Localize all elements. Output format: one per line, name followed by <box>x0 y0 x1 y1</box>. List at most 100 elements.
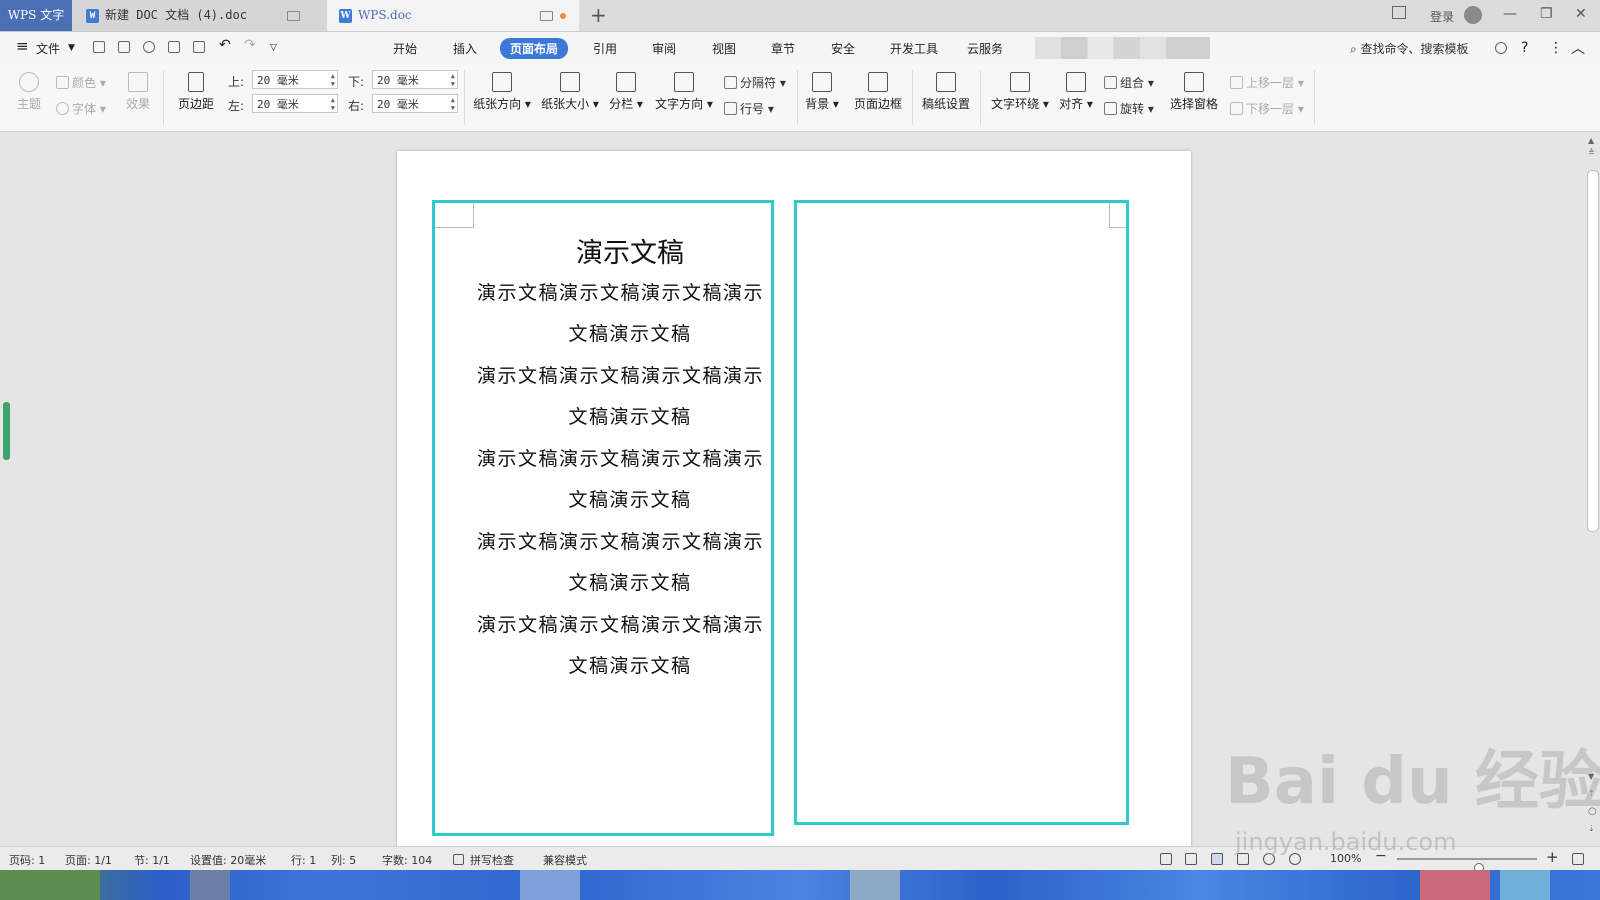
tab-developer[interactable]: 开发工具 <box>890 40 938 57</box>
spell-check-button[interactable]: 拼写检查 <box>470 852 514 868</box>
spinner-icon[interactable]: ▲ ▼ <box>451 96 455 112</box>
body-line[interactable]: 演示文稿演示文稿演示文稿演示 <box>477 444 764 471</box>
align-button[interactable]: 对齐 ▾ <box>1058 72 1094 112</box>
fullscreen-icon[interactable] <box>1160 853 1172 865</box>
collapse-ribbon-icon[interactable]: ︿ <box>1571 38 1585 58</box>
body-line[interactable]: 文稿演示文稿 <box>435 485 771 512</box>
spinner-icon[interactable]: ▲ ▼ <box>451 72 455 88</box>
body-line[interactable]: 文稿演示文稿 <box>435 319 771 346</box>
tab-home[interactable]: 开始 <box>393 40 417 57</box>
body-line[interactable]: 演示文稿演示文稿演示文稿演示 <box>477 527 764 554</box>
print-preview-icon[interactable] <box>193 41 205 53</box>
app-tab[interactable]: WPS 文字 <box>0 0 72 31</box>
breaks-icon <box>724 76 737 89</box>
rotate-button[interactable]: 旋转 ▾ <box>1104 100 1154 117</box>
columns-button[interactable]: 分栏 ▾ <box>608 72 644 112</box>
colors-icon <box>56 76 69 89</box>
help-icon[interactable]: ? <box>1521 40 1528 56</box>
login-link[interactable]: 登录 <box>1430 8 1454 25</box>
manuscript-button[interactable]: 稿纸设置 <box>920 72 972 112</box>
layout-icon[interactable] <box>1392 6 1406 19</box>
document-page[interactable]: 演示文稿 演示文稿演示文稿演示文稿演示 文稿演示文稿 演示文稿演示文稿演示文稿演… <box>397 151 1191 851</box>
feedback-icon[interactable] <box>1495 42 1507 54</box>
status-words[interactable]: 字数: 104 <box>382 852 432 868</box>
two-page-icon[interactable] <box>1185 853 1197 865</box>
paper-size-button[interactable]: 纸张大小 ▾ <box>540 72 600 112</box>
find-icon[interactable] <box>143 41 155 53</box>
page-view-icon[interactable] <box>1211 853 1223 865</box>
fit-page-icon[interactable] <box>1572 853 1584 865</box>
next-page-icon[interactable]: ⇣ <box>1588 824 1595 833</box>
spinner-icon[interactable]: ▲ ▼ <box>331 96 335 112</box>
zoom-slider[interactable] <box>1397 858 1537 873</box>
body-line[interactable]: 演示文稿演示文稿演示文稿演示 <box>477 278 764 305</box>
breaks-button[interactable]: 分隔符 ▾ <box>724 74 786 91</box>
tab-insert[interactable]: 插入 <box>453 40 477 57</box>
scroll-top-icon[interactable]: ≜ <box>1588 148 1595 157</box>
colors-button[interactable]: 颜色 ▾ <box>56 74 106 91</box>
wrap-button[interactable]: 文字环绕 ▾ <box>990 72 1050 112</box>
margins-button[interactable]: 页边距 <box>172 72 220 112</box>
command-search[interactable]: ⌕ 查找命令、搜索模板 <box>1350 40 1469 57</box>
document-title[interactable]: 演示文稿 <box>435 231 771 270</box>
taskbar-segment <box>850 870 900 900</box>
avatar-icon[interactable] <box>1464 6 1482 24</box>
background-button[interactable]: 背景 ▾ <box>804 72 840 112</box>
body-line[interactable]: 文稿演示文稿 <box>435 651 771 678</box>
scroll-up-icon[interactable]: ▲ <box>1588 136 1594 145</box>
corner-mark <box>1109 203 1126 228</box>
body-line[interactable]: 文稿演示文稿 <box>435 402 771 429</box>
fonts-button[interactable]: 字体 ▾ <box>56 100 106 117</box>
bring-forward-button[interactable]: 上移一层 ▾ <box>1230 74 1304 91</box>
background-icon <box>812 72 832 92</box>
effects-icon <box>128 72 148 92</box>
open-icon[interactable] <box>93 41 105 53</box>
tab-page-layout[interactable]: 页面布局 <box>500 38 569 59</box>
zoom-in-icon[interactable]: + <box>1546 848 1559 866</box>
new-tab-icon[interactable]: + <box>590 3 607 27</box>
left-margin-input[interactable]: 20 毫米 ▲ ▼ <box>252 94 338 113</box>
file-menu[interactable]: 文件 <box>36 40 60 57</box>
top-margin-label: 上: <box>228 75 245 89</box>
restore-icon[interactable]: ❐ <box>1540 6 1553 22</box>
side-handle[interactable] <box>3 402 10 460</box>
tab-view[interactable]: 视图 <box>712 40 736 57</box>
text-direction-button[interactable]: 文字方向 ▾ <box>654 72 714 112</box>
print-icon[interactable] <box>168 41 180 53</box>
monitor-icon[interactable] <box>540 11 553 21</box>
undo-icon[interactable]: ↶ <box>219 37 231 53</box>
word-doc-icon: W <box>86 8 99 23</box>
right-column-frame <box>794 200 1129 825</box>
tab-cloud[interactable]: 云服务 <box>967 40 1003 57</box>
tab-review[interactable]: 审阅 <box>652 40 676 57</box>
scroll-thumb[interactable] <box>1587 170 1599 532</box>
selection-pane-button[interactable]: 选择窗格 <box>1168 72 1220 112</box>
chevron-down-icon[interactable]: ▼ <box>68 43 75 53</box>
theme-button[interactable]: 主题 <box>12 72 46 112</box>
page-border-button[interactable]: 页面边框 <box>852 72 904 112</box>
right-margin-input[interactable]: 20 毫米 ▲ ▼ <box>372 94 458 113</box>
line-numbers-button[interactable]: 行号 ▾ <box>724 100 774 117</box>
redo-icon[interactable]: ↷ <box>244 37 256 53</box>
close-icon[interactable]: ✕ <box>1575 6 1587 22</box>
tab-security[interactable]: 安全 <box>831 40 855 57</box>
hamburger-icon[interactable]: ≡ <box>16 37 29 55</box>
save-icon[interactable] <box>118 41 130 53</box>
body-line[interactable]: 文稿演示文稿 <box>435 568 771 595</box>
body-line[interactable]: 演示文稿演示文稿演示文稿演示 <box>477 610 764 637</box>
tab-references[interactable]: 引用 <box>593 40 617 57</box>
bottom-margin-input[interactable]: 20 毫米 ▲ ▼ <box>372 70 458 89</box>
monitor-icon[interactable] <box>287 11 300 21</box>
body-line[interactable]: 演示文稿演示文稿演示文稿演示 <box>477 361 764 388</box>
minimize-icon[interactable]: — <box>1503 6 1517 22</box>
group-button[interactable]: 组合 ▾ <box>1104 74 1154 91</box>
background-label: 背景 <box>805 97 830 111</box>
orientation-button[interactable]: 纸张方向 ▾ <box>472 72 532 112</box>
tab-chapter[interactable]: 章节 <box>771 40 795 57</box>
customize-qat-icon[interactable]: ▽ <box>270 43 277 53</box>
more-icon[interactable]: ⋮ <box>1549 40 1563 56</box>
spinner-icon[interactable]: ▲ ▼ <box>331 72 335 88</box>
effects-button[interactable]: 效果 <box>118 72 158 112</box>
send-backward-button[interactable]: 下移一层 ▾ <box>1230 100 1304 117</box>
top-margin-input[interactable]: 20 毫米 ▲ ▼ <box>252 70 338 89</box>
